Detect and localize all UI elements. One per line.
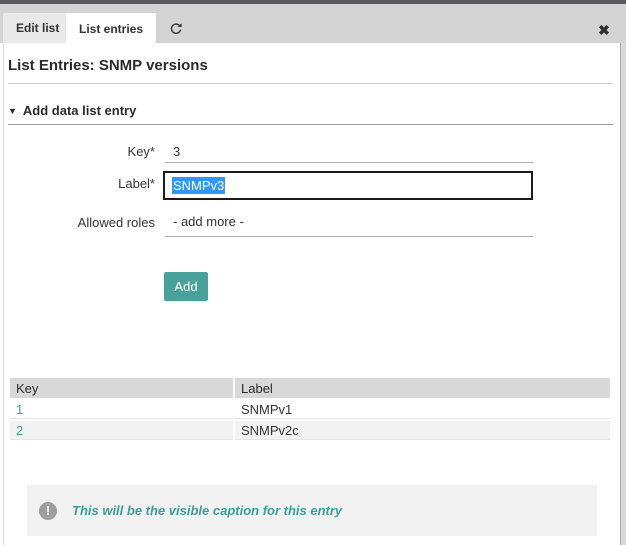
vertical-scrollbar[interactable] <box>620 43 626 545</box>
key-input[interactable]: 3 <box>165 140 533 163</box>
refresh-icon <box>169 22 183 36</box>
tab-bar: Edit list List entries ✖ <box>0 4 626 43</box>
table-header-label: Label <box>235 378 610 398</box>
tab-edit-list[interactable]: Edit list <box>3 13 72 43</box>
tab-list-entries[interactable]: List entries <box>66 13 156 44</box>
table-header-key: Key <box>10 378 233 398</box>
entry-label-cell: SNMPv1 <box>235 400 610 419</box>
chevron-down-icon: ▼ <box>8 106 17 116</box>
list-entries-dialog: Edit list List entries ✖ List Entries: S… <box>0 0 626 545</box>
add-button[interactable]: Add <box>164 272 208 301</box>
tab-list-entries-label: List entries <box>79 22 143 36</box>
close-icon: ✖ <box>598 22 610 39</box>
page-title: List Entries: SNMP versions <box>8 57 208 74</box>
table-row: 1 SNMPv1 <box>10 400 610 419</box>
entry-label-cell: SNMPv2c <box>235 421 610 440</box>
table-header-row: Key Label <box>10 378 610 398</box>
title-divider <box>8 83 613 84</box>
entry-key-link[interactable]: 2 <box>16 423 23 438</box>
info-box: ! This will be the visible caption for t… <box>27 485 597 536</box>
label-field-label: Label* <box>0 176 155 191</box>
add-entry-section-title: Add data list entry <box>23 103 136 118</box>
info-icon: ! <box>39 502 57 520</box>
key-field-label: Key* <box>0 144 155 159</box>
close-button[interactable]: ✖ <box>596 22 612 38</box>
allowed-roles-label: Allowed roles <box>0 215 155 230</box>
info-text: This will be the visible caption for thi… <box>72 503 342 518</box>
dialog-content: List Entries: SNMP versions ▼ Add data l… <box>0 43 620 545</box>
section-divider <box>8 124 613 125</box>
add-entry-section-toggle[interactable]: ▼ Add data list entry <box>8 103 136 118</box>
panel-left-border <box>3 43 4 545</box>
label-input-selected-text: SNMPv3 <box>172 177 225 194</box>
tab-edit-list-label: Edit list <box>16 21 59 35</box>
entry-key-link[interactable]: 1 <box>16 402 23 417</box>
label-input[interactable]: SNMPv3 <box>163 171 533 200</box>
refresh-button[interactable] <box>163 17 189 41</box>
table-row: 2 SNMPv2c <box>10 421 610 440</box>
allowed-roles-add-more[interactable]: - add more - <box>165 212 533 237</box>
entries-table: Key Label 1 SNMPv1 2 SNMPv2c <box>8 376 612 442</box>
